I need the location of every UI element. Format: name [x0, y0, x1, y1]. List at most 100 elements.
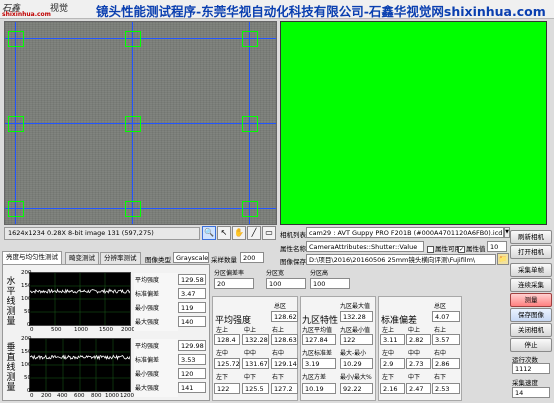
std-tc-value: 2.82 — [406, 334, 431, 345]
roi-box — [242, 31, 258, 47]
x-tick: 1000 — [74, 327, 88, 333]
v-std-label: 标准偏差 — [135, 357, 160, 364]
save-image-button[interactable]: 保存图像 — [510, 308, 552, 322]
speed-label: 采集速度 — [512, 379, 538, 387]
attr-value-checkbox[interactable]: ✓ 属性值 — [458, 243, 486, 253]
stop-button[interactable]: 停止 — [510, 338, 552, 352]
bc-label: 中下 — [244, 374, 257, 381]
pan-icon[interactable]: ✋ — [232, 226, 246, 240]
attr-value-input[interactable]: 10 — [487, 241, 507, 252]
std-bl-label: 左下 — [382, 374, 395, 381]
total-label: 总区 — [274, 303, 287, 310]
v-plot-title: 垂直线测量 — [6, 343, 16, 393]
y-tick: 150 — [21, 349, 32, 355]
ml-label: 左中 — [216, 350, 229, 357]
zone-pct-label: 最小/最大% — [340, 374, 372, 381]
h-avg-value: 129.58 — [178, 274, 206, 285]
x-tick: 1200 — [120, 393, 134, 399]
grab-single-button[interactable]: 采集单帧 — [510, 263, 552, 277]
h-max-label: 最大强度 — [135, 319, 160, 326]
x-tick: 400 — [57, 393, 68, 399]
zone-diff-value: 10.29 — [340, 358, 373, 369]
std-br-label: 右下 — [434, 374, 447, 381]
checkbox-icon — [427, 245, 434, 253]
line-icon[interactable]: ╱ — [247, 226, 261, 240]
std-bc-value: 2.47 — [406, 383, 431, 394]
v-min-value: 120 — [178, 368, 206, 379]
roi-box — [242, 116, 258, 132]
y-tick: 200 — [21, 270, 32, 276]
image-type-select[interactable]: Grayscale — [173, 252, 209, 263]
sample-count-input[interactable]: 200 — [240, 252, 264, 263]
avg-tc-value: 132.28 — [242, 334, 269, 345]
v-avg-label: 平均强度 — [135, 343, 160, 350]
horizontal-line-plot — [29, 272, 131, 326]
folder-icon[interactable]: 📁 — [497, 253, 509, 265]
zone-var-value: 10.19 — [302, 383, 336, 394]
y-tick: 50 — [24, 375, 31, 381]
brightness-panel: 水平线测量 200 150 100 50 0 0 500 1000 1500 2… — [2, 264, 210, 401]
y-tick: 150 — [21, 283, 32, 289]
zone-width-input[interactable]: 100 — [266, 278, 306, 289]
tolerance-input[interactable]: 20 — [214, 278, 254, 289]
zone-avg-value: 127.84 — [302, 334, 336, 345]
image-save-label: 图像保存 — [280, 258, 306, 266]
h-std-value: 3.47 — [178, 288, 206, 299]
std-mr-value: 2.86 — [432, 358, 460, 369]
camera-list-label: 相机列表 — [280, 231, 306, 239]
std-mr-label: 右中 — [434, 350, 447, 357]
std-ml-value: 2.9 — [380, 358, 405, 369]
refresh-camera-button[interactable]: 刷新相机 — [510, 230, 552, 244]
close-camera-button[interactable]: 关闭相机 — [510, 323, 552, 337]
image-type-label: 图像类型 — [145, 256, 171, 264]
vertical-line-plot — [29, 338, 131, 392]
avg-total-value: 128.62 — [271, 311, 298, 322]
vertical-line-chart — [30, 339, 130, 391]
run-count-value: 1112 — [512, 363, 550, 374]
h-min-value: 119 — [178, 302, 206, 313]
zone-min-label: 九区最小值 — [340, 327, 371, 334]
tab-resolution[interactable]: 分辨率测试 — [100, 252, 141, 264]
avg-ml-value: 125.72 — [214, 358, 240, 369]
pointer-icon[interactable]: ↖ — [217, 226, 231, 240]
mc-label: 中中 — [244, 350, 257, 357]
rect-icon[interactable]: ▭ — [262, 226, 276, 240]
std-br-value: 2.53 — [432, 383, 460, 394]
std-bl-value: 2.16 — [380, 383, 405, 394]
std-bc-label: 中下 — [408, 374, 421, 381]
std-tl-label: 左上 — [382, 327, 395, 334]
tab-bar: 亮度与均匀性测试 畸变测试 分辨率测试 — [2, 251, 162, 264]
tl-label: 左上 — [216, 327, 229, 334]
avg-mr-value: 129.14 — [271, 358, 298, 369]
image-save-path[interactable]: D:\项目\2016\20160506 25mm镜头横向评测\Fujifilm\ — [306, 254, 496, 265]
zoom-icon[interactable]: 🔍 — [202, 226, 216, 240]
std-ml-label: 左中 — [382, 350, 395, 357]
attr-value-label: 属性值 — [466, 245, 486, 253]
tolerance-label: 分区偏差率 — [214, 270, 245, 277]
app-title: 镜头性能测试程序-东莞华视自动化科技有限公司-石鑫华视觉网shixinhua.c… — [96, 4, 546, 19]
continuous-grab-button[interactable]: 连续采集 — [510, 278, 552, 292]
std-tr-value: 3.57 — [432, 334, 460, 345]
std-total-value: 4.07 — [432, 311, 460, 322]
roi-box — [8, 31, 24, 47]
sample-count-label: 采样数量 — [211, 256, 237, 264]
std-total-label: 总区 — [434, 303, 447, 310]
measure-button[interactable]: 测量 — [510, 293, 552, 307]
zone-pct-value: 92.22 — [340, 383, 373, 394]
check-icon: ✓ — [458, 245, 465, 253]
std-tr-label: 右上 — [434, 327, 447, 334]
open-camera-button[interactable]: 打开相机 — [510, 245, 552, 259]
zone-width-label: 分区宽 — [266, 270, 285, 277]
h-max-value: 140 — [178, 316, 206, 327]
tab-distortion[interactable]: 畸变测试 — [65, 252, 99, 264]
result-image-view[interactable] — [280, 21, 547, 225]
tc-label: 中上 — [244, 327, 257, 334]
source-image-view[interactable] — [4, 21, 277, 225]
roi-box — [125, 201, 141, 217]
std-mc-value: 2.73 — [406, 358, 431, 369]
attr-enable-checkbox[interactable]: 属性可用 — [427, 243, 461, 253]
zone-height-input[interactable]: 100 — [310, 278, 350, 289]
tab-brightness[interactable]: 亮度与均匀性测试 — [2, 251, 62, 264]
camera-list-select[interactable]: cam29 : AVT Guppy PRO F201B (#000A470112… — [306, 227, 504, 238]
attr-name-select[interactable]: CameraAttributes::Shutter::Value — [306, 241, 424, 252]
